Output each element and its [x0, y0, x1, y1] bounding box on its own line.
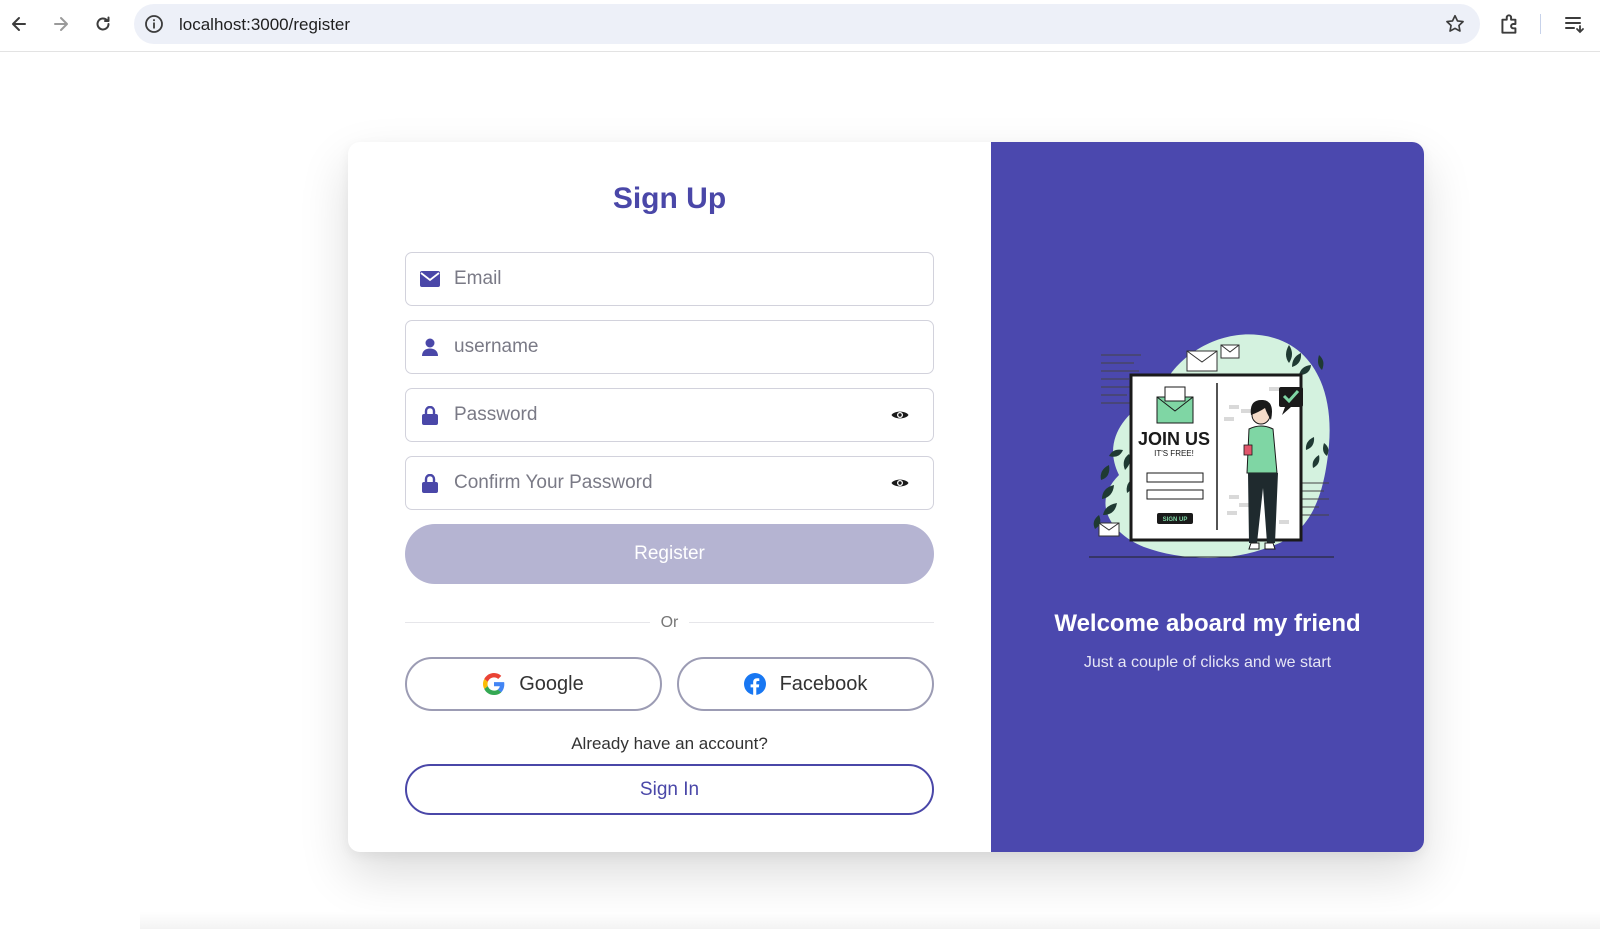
address-bar[interactable]: localhost:3000/register	[134, 4, 1480, 44]
reading-list-icon[interactable]	[1563, 12, 1587, 36]
forward-button[interactable]	[47, 10, 75, 38]
welcome-panel: JOIN US IT'S FREE! SIGN UP Welcome aboar…	[991, 142, 1424, 852]
sign-in-button[interactable]: Sign In	[405, 764, 934, 815]
url-text: localhost:3000/register	[179, 15, 351, 34]
reload-icon	[96, 16, 110, 31]
join-us-illustration: JOIN US IT'S FREE! SIGN UP	[1089, 334, 1334, 558]
forward-arrow-icon	[54, 17, 68, 31]
extensions-icon[interactable]	[1497, 11, 1523, 37]
google-signup-button[interactable]: Google	[405, 657, 662, 711]
browser-toolbar: localhost:3000/register	[0, 0, 1600, 52]
password-input[interactable]	[454, 389, 874, 440]
reload-button[interactable]	[89, 10, 117, 38]
toolbar-separator	[1540, 14, 1541, 34]
facebook-icon	[743, 673, 766, 695]
register-button[interactable]: Register	[405, 524, 934, 584]
welcome-title: Welcome aboard my friend	[1054, 610, 1361, 637]
signup-card: Sign Up Register	[348, 142, 1424, 852]
facebook-label: Facebook	[779, 672, 868, 695]
page-title: Sign Up	[612, 182, 727, 215]
password-field[interactable]	[405, 388, 934, 442]
lock-icon	[420, 405, 440, 425]
envelope-icon	[420, 269, 440, 289]
show-confirm-password-eye-icon[interactable]	[891, 475, 909, 491]
confirm-password-input[interactable]	[454, 457, 874, 508]
welcome-subtitle: Just a couple of clicks and we start	[1083, 654, 1332, 671]
facebook-signup-button[interactable]: Facebook	[677, 657, 934, 711]
username-input[interactable]	[454, 321, 874, 372]
already-have-account-text: Already have an account?	[571, 734, 768, 753]
username-field[interactable]	[405, 320, 934, 374]
back-arrow-icon	[12, 17, 26, 31]
illustration-subheading: IT'S FREE!	[1154, 449, 1194, 458]
email-input[interactable]	[454, 253, 874, 304]
or-label: Or	[660, 614, 679, 631]
page-bottom-edge	[140, 912, 1600, 929]
show-password-eye-icon[interactable]	[891, 407, 909, 423]
illustration-heading: JOIN US	[1138, 429, 1210, 449]
signup-form-panel: Sign Up Register	[348, 142, 991, 852]
or-divider: Or	[405, 612, 934, 632]
confirm-password-field[interactable]	[405, 456, 934, 510]
google-label: Google	[519, 672, 584, 695]
bookmark-star-icon[interactable]	[1444, 13, 1466, 35]
user-icon	[420, 337, 440, 357]
google-icon	[483, 673, 505, 695]
email-field[interactable]	[405, 252, 934, 306]
lock-icon	[420, 473, 440, 493]
site-info-icon[interactable]	[144, 14, 164, 34]
illustration-signup-label: SIGN UP	[1163, 517, 1188, 523]
back-button[interactable]	[5, 10, 33, 38]
